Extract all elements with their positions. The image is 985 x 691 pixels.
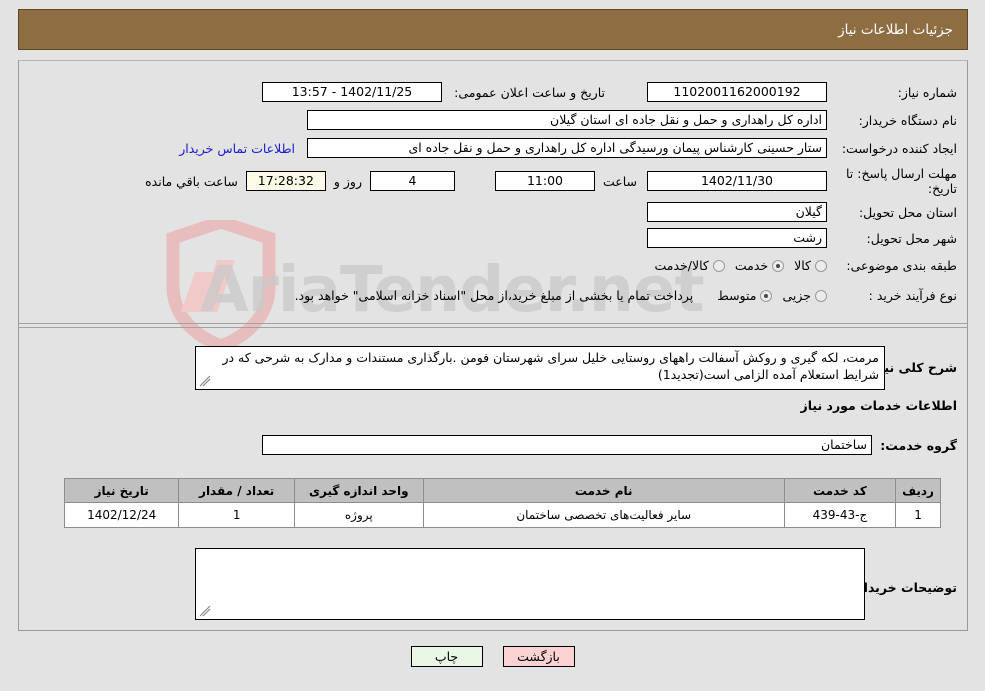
buyer-contact-link[interactable]: اطلاعات تماس خریدار — [179, 141, 295, 156]
need-number-value: 1102001162000192 — [647, 82, 827, 102]
buyer-notes-label: توضیحات خریدار: — [851, 580, 957, 595]
col-code: کد خدمت — [783, 478, 897, 503]
action-button-bar: بازگشت چاپ — [0, 646, 985, 667]
col-date: تاریخ نیاز — [63, 478, 180, 503]
row-announcement: تاریخ و ساعت اعلان عمومی: 1402/11/25 - 1… — [262, 82, 605, 102]
table-header-row: ردیف کد خدمت نام خدمت واحد اندازه گیری ت… — [63, 478, 941, 503]
buyer-org-value: اداره کل راهداری و حمل و نقل جاده ای است… — [307, 110, 827, 130]
deadline-hour-value: 11:00 — [494, 171, 595, 191]
radio-process-0[interactable] — [815, 289, 827, 302]
creator-value: ستار حسینی کارشناس پیمان ورسیدگی اداره ک… — [307, 138, 827, 158]
province-value: گیلان — [647, 202, 827, 222]
summary-textarea[interactable]: مرمت، لکه گیری و روکش آسفالت راههای روست… — [195, 346, 885, 390]
resize-grip-icon[interactable] — [199, 375, 211, 387]
col-qty: تعداد / مقدار — [178, 478, 295, 503]
summary-text: مرمت، لکه گیری و روکش آسفالت راههای روست… — [222, 350, 879, 382]
deadline-date-value: 1402/11/30 — [647, 171, 827, 191]
province-label: استان محل تحویل: — [858, 204, 957, 220]
print-button[interactable]: چاپ — [410, 646, 483, 667]
radio-classification-0[interactable] — [815, 259, 827, 272]
creator-label: ایجاد کننده درخواست: — [841, 140, 957, 156]
radio-process-0-label: جزیی — [782, 288, 811, 303]
city-value: رشت — [647, 228, 827, 248]
col-unit: واحد اندازه گیری — [293, 478, 424, 503]
countdown-value: 17:28:32 — [245, 171, 326, 191]
col-index: ردیف — [895, 478, 941, 503]
buyer-notes-textarea[interactable] — [195, 548, 865, 620]
cell-name: سایر فعالیت‌های تخصصی ساختمان — [422, 502, 785, 528]
table-row: 1 ج-43-439 سایر فعالیت‌های تخصصی ساختمان… — [63, 502, 941, 528]
radio-classification-1[interactable] — [772, 259, 785, 272]
radio-classification-0-label: کالا — [794, 258, 811, 273]
row-buyer-org: نام دستگاه خریدار: اداره کل راهداری و حم… — [307, 110, 957, 130]
services-section-title: اطلاعات خدمات مورد نیاز — [800, 398, 958, 413]
days-label: روز و — [333, 173, 362, 189]
buyer-org-label: نام دستگاه خریدار: — [858, 112, 957, 128]
radio-process-1-label: متوسط — [717, 288, 757, 303]
radio-classification-2[interactable] — [712, 259, 725, 272]
hour-label: ساعت — [602, 173, 637, 189]
row-classification: طبقه بندی موضوعی: کالا خدمت کالا/خدمت — [644, 258, 957, 273]
treasury-note: پرداخت تمام یا بخشی از مبلغ خرید،از محل … — [294, 288, 694, 303]
radio-process-1[interactable] — [760, 289, 773, 302]
service-group-label: گروه خدمت: — [880, 437, 957, 453]
col-name: نام خدمت — [422, 478, 785, 503]
cell-unit: پروژه — [293, 502, 424, 528]
cell-date: 1402/12/24 — [63, 502, 180, 528]
row-deadline: مهلت ارسال پاسخ: تا تاریخ: 1402/11/30 سا… — [145, 166, 957, 196]
row-process-type: نوع فرآیند خرید : جزیی متوسط پرداخت تمام… — [295, 288, 957, 303]
announcement-label: تاریخ و ساعت اعلان عمومی: — [454, 84, 605, 100]
remaining-days-value: 4 — [369, 171, 455, 191]
resize-grip-icon-2[interactable] — [199, 605, 211, 617]
cell-code: ج-43-439 — [783, 502, 897, 528]
section-divider-top — [18, 323, 968, 328]
cell-index: 1 — [895, 502, 941, 528]
service-group-value: ساختمان — [262, 435, 872, 455]
remaining-hours-label: ساعت باقي مانده — [145, 173, 238, 189]
radio-classification-2-label: کالا/خدمت — [654, 258, 709, 273]
cell-qty: 1 — [178, 502, 295, 528]
classification-label: طبقه بندی موضوعی: — [846, 258, 957, 273]
row-service-group: گروه خدمت: ساختمان — [262, 435, 957, 455]
page-header-bar: جزئیات اطلاعات نیاز — [18, 9, 968, 50]
back-button[interactable]: بازگشت — [502, 646, 575, 667]
radio-classification-1-label: خدمت — [734, 258, 769, 273]
announcement-value: 1402/11/25 - 13:57 — [262, 82, 442, 102]
row-province: استان محل تحویل: گیلان — [647, 202, 957, 222]
row-creator: ایجاد کننده درخواست: ستار حسینی کارشناس … — [179, 138, 957, 158]
process-type-label: نوع فرآیند خرید : — [868, 288, 957, 303]
row-need-number: شماره نیاز: 1102001162000192 — [647, 82, 957, 102]
page-title: جزئیات اطلاعات نیاز — [838, 22, 953, 38]
need-number-label: شماره نیاز: — [897, 84, 957, 100]
row-city: شهر محل تحویل: رشت — [647, 228, 957, 248]
city-label: شهر محل تحویل: — [866, 230, 957, 246]
services-table: ردیف کد خدمت نام خدمت واحد اندازه گیری ت… — [63, 478, 941, 528]
deadline-label: مهلت ارسال پاسخ: تا تاریخ: — [846, 166, 957, 196]
